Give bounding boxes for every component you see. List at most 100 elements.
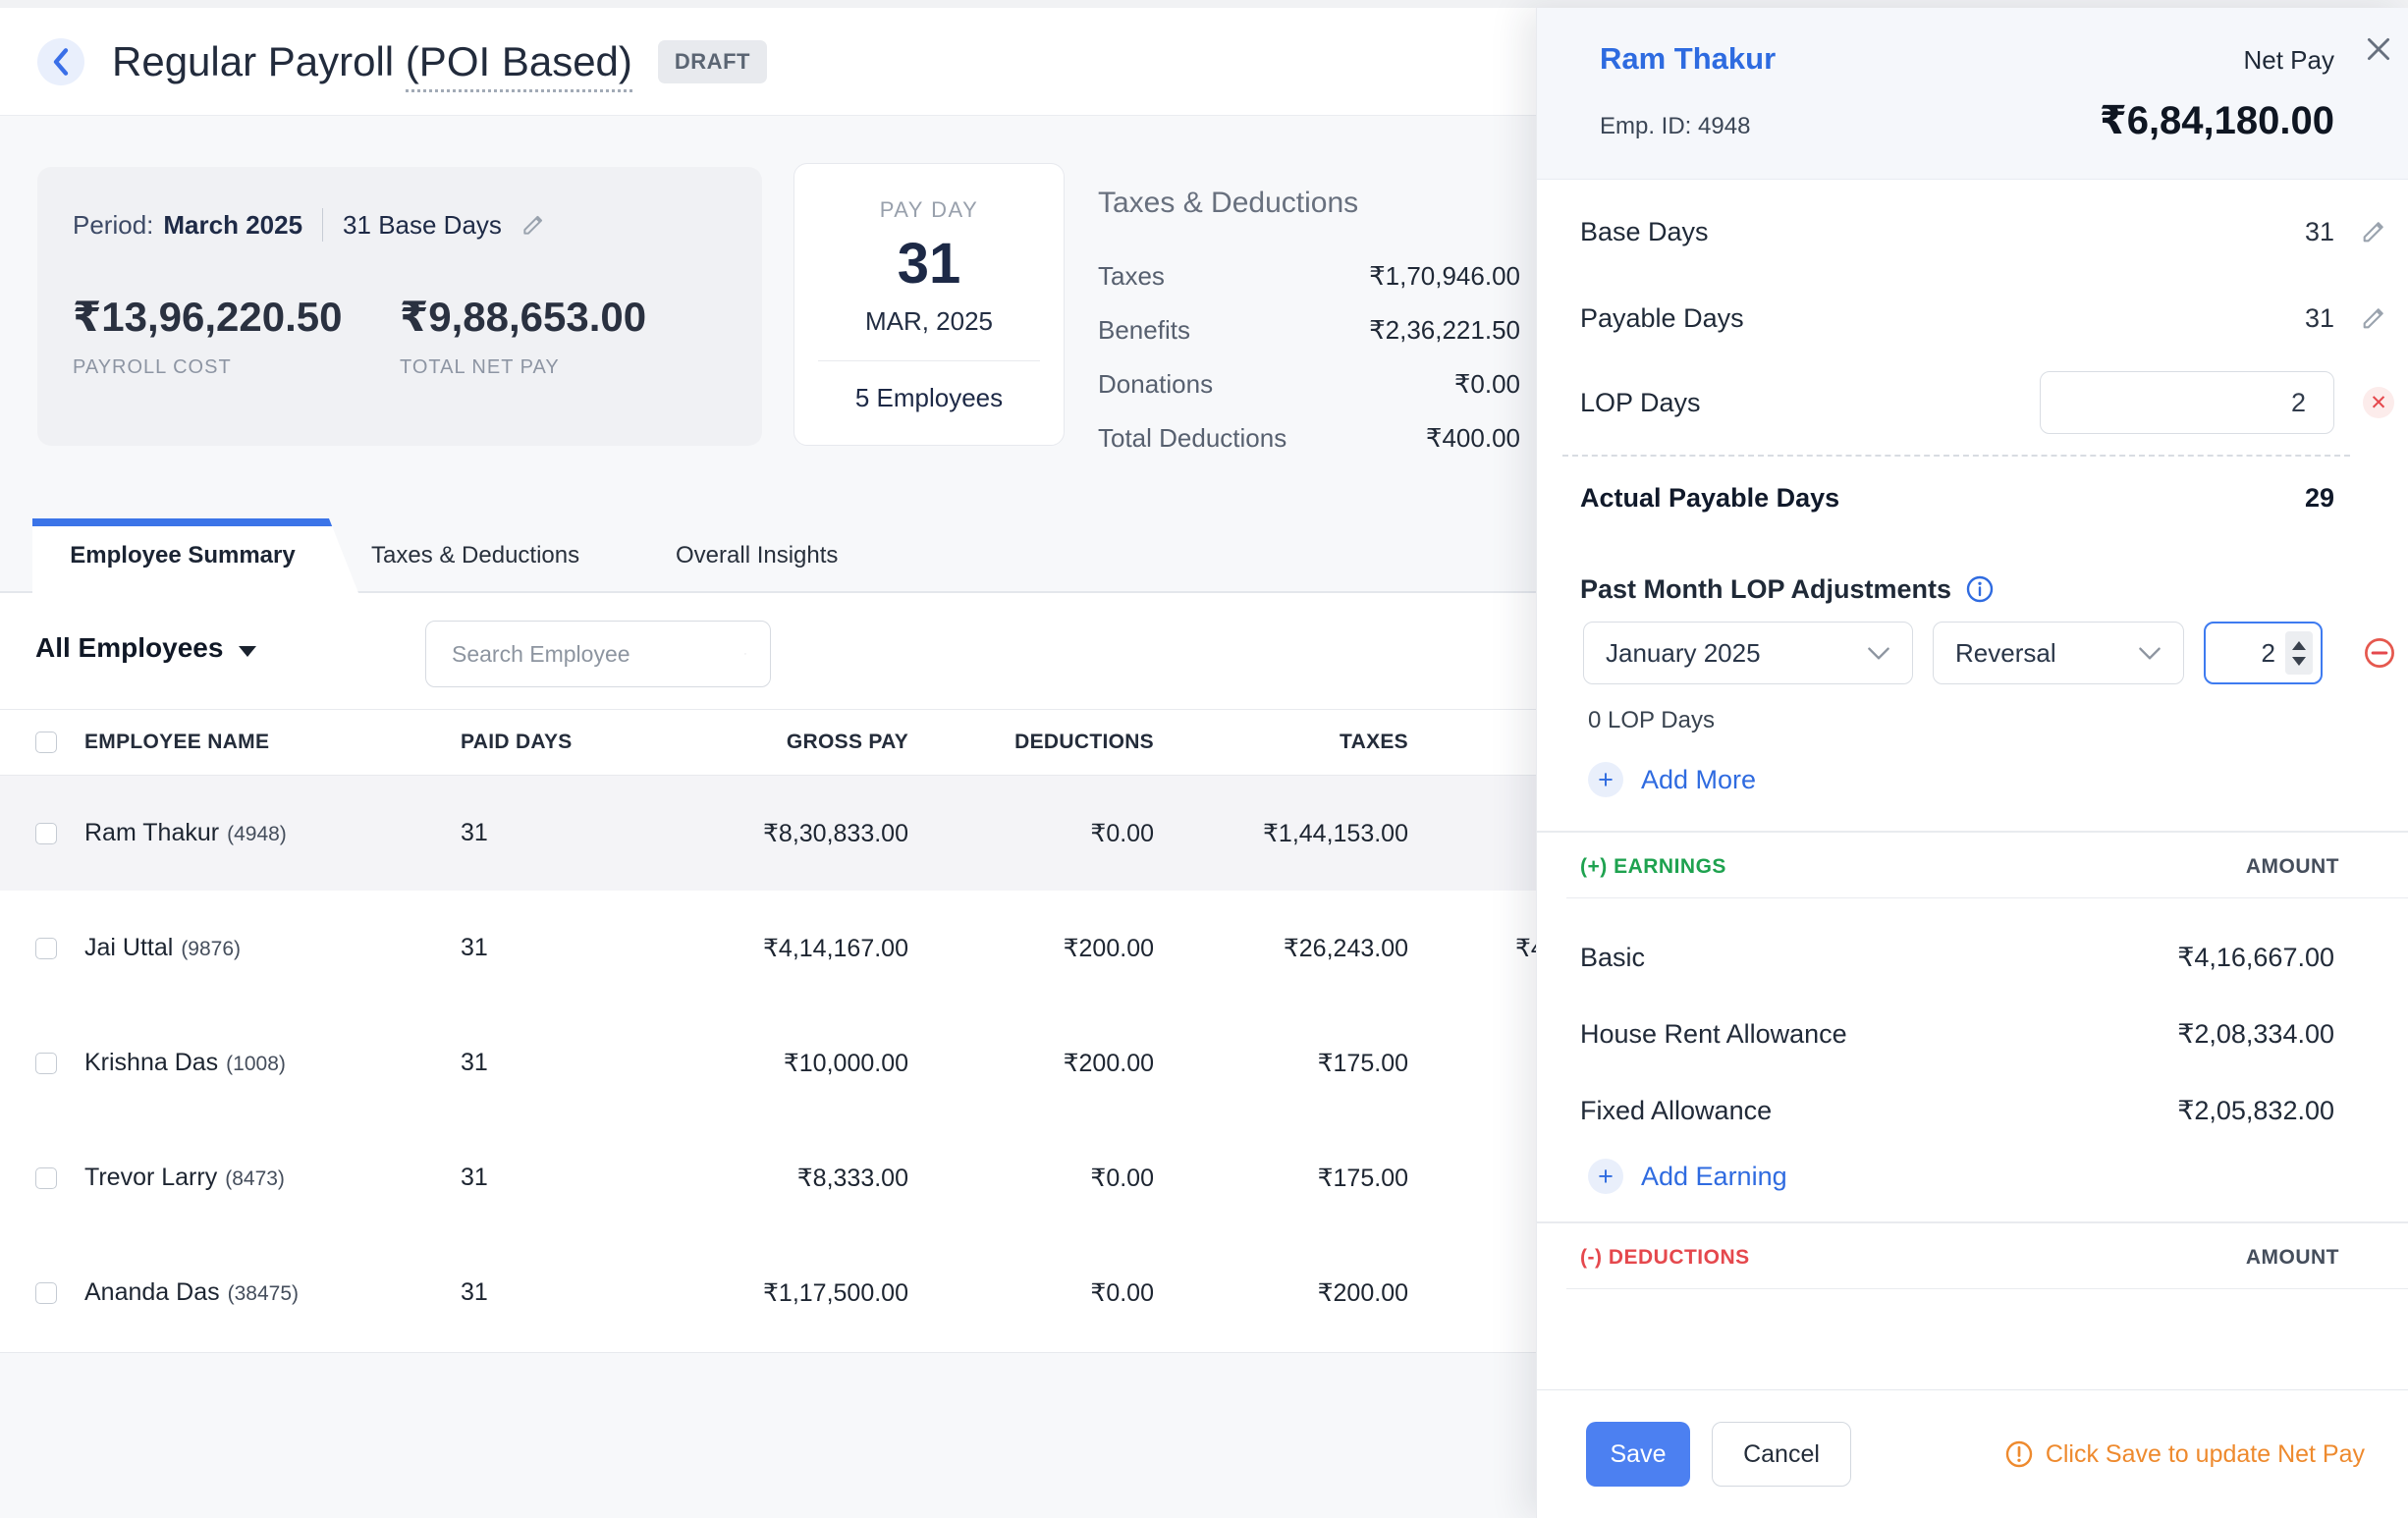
paid-days-cell: 31 (461, 1278, 618, 1307)
employee-name[interactable]: Trevor Larry (84, 1164, 217, 1191)
deductions-header-row: (-) DEDUCTIONS AMOUNT (1537, 1227, 2408, 1288)
base-days-value: 31 (2305, 217, 2334, 247)
base-days-value: 31 Base Days (343, 210, 502, 241)
page-title-poi: (POI Based) (406, 38, 632, 92)
taxes-cell: ₹1,44,153.00 (1154, 819, 1408, 848)
adjustment-type-select[interactable]: Reversal (1933, 622, 2184, 684)
divider (322, 208, 323, 242)
payday-date: MAR, 2025 (794, 306, 1064, 337)
page-title-main: Regular Payroll (112, 38, 406, 84)
lop-days-row: LOP Days ✕ (1537, 370, 2408, 435)
col-paid-days: PAID DAYS (461, 731, 618, 754)
back-button[interactable] (37, 38, 84, 85)
payable-days-label: Payable Days (1580, 303, 1744, 334)
past-month-lop-title: Past Month LOP Adjustments (1580, 574, 1951, 605)
base-days-row: Base Days 31 (1537, 202, 2408, 261)
employee-id: (8473) (225, 1167, 285, 1190)
payday-card: PAY DAY 31 MAR, 2025 5 Employees (794, 163, 1065, 446)
earning-row-hra: House Rent Allowance ₹2,08,334.00 (1537, 996, 2408, 1072)
taxes-deductions-summary: Taxes & Deductions Taxes ₹1,70,946.00 Be… (1098, 187, 1520, 465)
close-icon (2363, 33, 2394, 65)
stepper-arrows[interactable] (2285, 631, 2313, 675)
row-checkbox[interactable] (35, 1053, 57, 1074)
adjustment-days-value: 2 (2262, 638, 2275, 669)
net-pay-amount: ₹6,84,180.00 (2100, 98, 2334, 143)
divider (818, 360, 1040, 361)
panel-footer: Save Cancel Click Save to update Net Pay (1537, 1389, 2408, 1518)
divider (1566, 897, 2408, 898)
earnings-list: Basic ₹4,16,667.00 House Rent Allowance … (1537, 919, 2408, 1149)
taxes-cell: ₹175.00 (1154, 1049, 1408, 1078)
gross-pay-cell: ₹8,30,833.00 (618, 819, 908, 848)
edit-payable-days-button[interactable] (2357, 301, 2390, 335)
employee-name[interactable]: Krishna Das (84, 1049, 218, 1076)
employee-name[interactable]: Jai Uttal (84, 934, 173, 961)
window-top-strip (0, 0, 2408, 8)
period-summary-card: Period: March 2025 31 Base Days ₹13,96,2… (37, 167, 762, 446)
col-taxes: TAXES (1154, 731, 1408, 754)
actual-payable-days-row: Actual Payable Days 29 (1537, 468, 2408, 527)
adjustment-caption: 0 LOP Days (1537, 707, 2408, 734)
cancel-button[interactable]: Cancel (1712, 1422, 1851, 1487)
employee-filter-label: All Employees (35, 632, 223, 664)
net-pay-label: Net Pay (2244, 45, 2335, 76)
tab-employee-summary[interactable]: Employee Summary (32, 518, 358, 593)
save-warning-text: Click Save to update Net Pay (2046, 1440, 2365, 1469)
taxes-cell: ₹26,243.00 (1154, 934, 1408, 963)
payday-label: PAY DAY (794, 197, 1064, 223)
stepper-down-icon[interactable] (2292, 657, 2306, 666)
employee-search-combobox[interactable] (425, 621, 771, 687)
plus-icon: + (1588, 1159, 1623, 1194)
row-checkbox[interactable] (35, 1167, 57, 1189)
row-value: ₹2,36,221.50 (1369, 315, 1520, 346)
employee-name[interactable]: Ram Thakur (84, 819, 219, 846)
panel-header: Ram Thakur Net Pay Emp. ID: 4948 ₹6,84,1… (1537, 8, 2408, 180)
earning-amount: ₹4,16,667.00 (2177, 943, 2334, 973)
edit-pencil-icon (2359, 303, 2388, 333)
payday-employee-count: 5 Employees (794, 383, 1064, 413)
employee-id: (38475) (228, 1282, 299, 1305)
tab-taxes-deductions[interactable]: Taxes & Deductions (371, 518, 579, 593)
save-warning: Click Save to update Net Pay (2004, 1439, 2365, 1469)
deductions-cell: ₹200.00 (908, 1049, 1154, 1078)
add-earning-button[interactable]: + Add Earning (1537, 1159, 2408, 1194)
edit-base-days-button[interactable] (2357, 215, 2390, 248)
lop-days-input[interactable] (2040, 371, 2334, 434)
col-gross-pay: GROSS PAY (618, 731, 908, 754)
stepper-up-icon[interactable] (2292, 641, 2306, 650)
adjustment-month-select[interactable]: January 2025 (1583, 622, 1913, 684)
panel-employee-name-link[interactable]: Ram Thakur (1600, 41, 1776, 77)
info-icon[interactable] (1965, 574, 1995, 604)
employee-id: (1008) (226, 1053, 286, 1075)
search-input[interactable] (450, 640, 744, 669)
employee-id: (9876) (181, 938, 241, 960)
total-net-pay-label: TOTAL NET PAY (400, 356, 727, 379)
clear-lop-days-button[interactable]: ✕ (2363, 387, 2394, 418)
row-value: ₹400.00 (1426, 423, 1520, 454)
row-checkbox[interactable] (35, 1282, 57, 1304)
row-checkbox[interactable] (35, 938, 57, 959)
actual-payable-days-value: 29 (2305, 483, 2334, 514)
chevron-down-icon (1867, 646, 1890, 661)
caret-down-icon (239, 646, 256, 657)
deductions-cell: ₹200.00 (908, 934, 1154, 963)
save-button[interactable]: Save (1586, 1422, 1690, 1487)
paid-days-cell: 31 (461, 1164, 618, 1192)
employee-filter-dropdown[interactable]: All Employees (35, 632, 256, 664)
close-panel-button[interactable] (2357, 27, 2400, 71)
earning-row-basic: Basic ₹4,16,667.00 (1537, 919, 2408, 996)
chevron-down-icon (744, 646, 746, 662)
edit-pencil-icon[interactable] (520, 211, 547, 239)
employee-name[interactable]: Ananda Das (84, 1278, 220, 1306)
remove-adjustment-button[interactable] (2363, 636, 2396, 670)
adjustment-days-stepper[interactable]: 2 (2204, 622, 2323, 684)
plus-icon: + (1588, 762, 1623, 797)
paid-days-cell: 31 (461, 934, 618, 962)
select-all-checkbox[interactable] (35, 732, 57, 753)
row-label: Benefits (1098, 315, 1190, 346)
tab-overall-insights[interactable]: Overall Insights (676, 518, 838, 593)
add-more-button[interactable]: + Add More (1537, 762, 2408, 797)
row-checkbox[interactable] (35, 823, 57, 844)
deductions-cell: ₹0.00 (908, 1164, 1154, 1193)
chevron-left-icon (50, 47, 72, 77)
